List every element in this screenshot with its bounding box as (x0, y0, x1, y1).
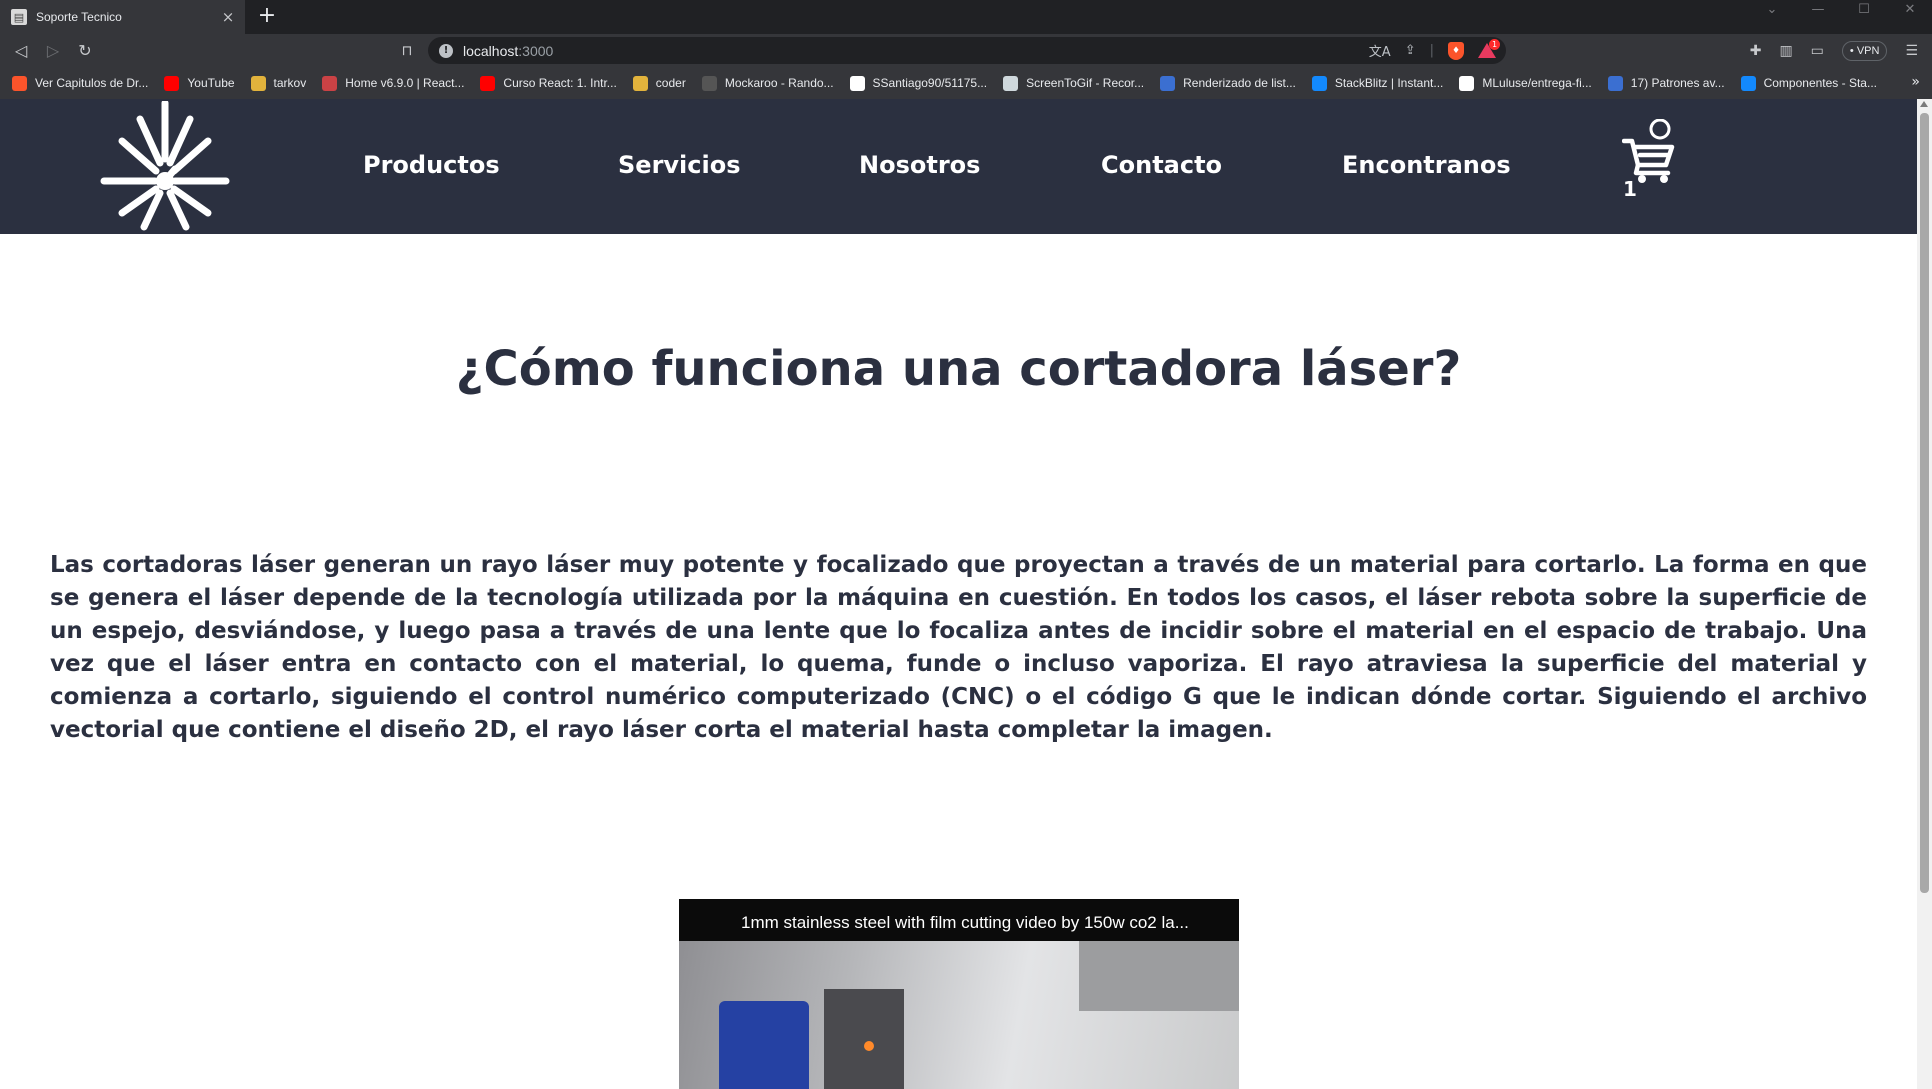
video-title-bar: 1mm stainless steel with film cutting vi… (679, 899, 1239, 941)
separator: | (1429, 43, 1434, 58)
react-icon (1160, 75, 1176, 91)
browser-tab-strip: ▤ Soporte Tecnico × + ⌄ — ☐ ✕ (0, 0, 1932, 34)
scrollbar-thumb[interactable] (1920, 113, 1929, 893)
menu-icon[interactable]: ☰ (1905, 43, 1918, 59)
new-tab-button[interactable]: + (255, 5, 279, 29)
site-info-icon[interactable]: ! (439, 43, 453, 58)
nav-servicios[interactable]: Servicios (618, 151, 741, 179)
bookmark-label: MLuluse/entrega-fi... (1482, 76, 1592, 90)
forward-icon[interactable]: ▷ (42, 40, 64, 62)
rewards-badge: 1 (1489, 38, 1500, 50)
nav-encontranos[interactable]: Encontranos (1342, 151, 1511, 179)
bookmark-label: Curso React: 1. Intr... (503, 76, 617, 90)
bookmark-label: ScreenToGif - Recor... (1026, 76, 1145, 90)
brave-rewards-icon[interactable]: 1 (1478, 38, 1500, 59)
url-text[interactable]: localhost:3000 (463, 43, 553, 59)
maximize-icon[interactable]: ☐ (1844, 0, 1884, 20)
bookmark-label: Mockaroo - Rando... (724, 76, 834, 90)
reload-icon[interactable]: ↻ (74, 40, 96, 62)
bookmark-label: StackBlitz | Instant... (1334, 76, 1444, 90)
page-viewport: Productos Servicios Nosotros Contacto En… (0, 99, 1932, 1089)
video-laser-head (719, 1001, 809, 1089)
video-cutting-module (824, 989, 904, 1089)
minimize-icon[interactable]: — (1798, 0, 1838, 20)
browser-toolbar: ◁ ▷ ↻ ⊓ ! localhost:3000 文A ⇪ | ♦ 1 ✚ ▥ … (0, 34, 1932, 67)
bookmark-item[interactable]: tarkov (250, 75, 307, 91)
video-title[interactable]: 1mm stainless steel with film cutting vi… (741, 913, 1189, 933)
address-bar[interactable]: ! localhost:3000 文A ⇪ | ♦ 1 (428, 37, 1506, 64)
site-header: Productos Servicios Nosotros Contacto En… (0, 99, 1917, 234)
page-favicon-icon: ▤ (11, 9, 27, 25)
bookmark-item[interactable]: Mockaroo - Rando... (701, 75, 834, 91)
page-title: ¿Cómo funciona una cortadora láser? (455, 341, 1462, 397)
bookmark-item[interactable]: Componentes - Sta... (1740, 75, 1877, 91)
video-laser-light (864, 1041, 874, 1051)
youtube-icon (164, 75, 180, 91)
vpn-button[interactable]: • VPN (1841, 41, 1888, 61)
screentogif-icon (1003, 75, 1019, 91)
bookmark-label: Componentes - Sta... (1763, 76, 1877, 90)
share-icon[interactable]: ⇪ (1405, 43, 1416, 58)
video-thumbnail[interactable] (679, 941, 1239, 1089)
github-icon (1459, 75, 1475, 91)
stackblitz-icon (1740, 75, 1756, 91)
nav-nosotros[interactable]: Nosotros (859, 151, 980, 179)
bookmark-label: tarkov (273, 76, 307, 90)
wallet-icon[interactable]: ▭ (1811, 43, 1824, 59)
bookmark-item[interactable]: Ver Capitulos de Dr... (12, 75, 149, 91)
brave-icon (12, 75, 27, 91)
laser-explanation-paragraph: Las cortadoras láser generan un rayo lás… (50, 552, 1867, 743)
url-port: :3000 (518, 42, 554, 59)
page-scrollbar[interactable] (1917, 99, 1932, 1089)
bookmark-item[interactable]: 17) Patrones av... (1607, 75, 1725, 91)
bookmark-page-icon[interactable]: ⊓ (396, 40, 418, 62)
embedded-video[interactable]: 1mm stainless steel with film cutting vi… (679, 899, 1239, 1089)
url-host: localhost (463, 42, 519, 59)
react-router-icon (322, 75, 338, 91)
tab-close-icon[interactable]: × (217, 8, 239, 26)
laser-logo-icon[interactable] (100, 101, 230, 231)
bookmark-item[interactable]: Curso React: 1. Intr... (480, 75, 617, 91)
bookmark-label: 17) Patrones av... (1630, 76, 1725, 90)
bookmark-item[interactable]: Home v6.9.0 | React... (322, 75, 465, 91)
brave-shields-icon[interactable]: ♦ (1448, 41, 1464, 60)
mockaroo-icon (701, 75, 717, 91)
tab-search-icon[interactable]: ⌄ (1752, 0, 1792, 20)
folder-icon (250, 75, 266, 91)
bookmark-item[interactable]: Renderizado de list... (1160, 75, 1296, 91)
bookmark-item[interactable]: SSantiago90/51175... (849, 75, 988, 91)
github-icon (849, 75, 865, 91)
video-machine-cover (1079, 941, 1239, 1011)
stackblitz-icon (1311, 75, 1327, 91)
bookmarks-bar: Ver Capitulos de Dr... YouTube tarkov Home … (0, 67, 1932, 99)
bookmark-item[interactable]: MLuluse/entrega-fi... (1459, 75, 1592, 91)
bookmarks-more-icon[interactable]: » (1911, 74, 1920, 90)
nav-productos[interactable]: Productos (363, 151, 500, 179)
bookmark-label: Renderizado de list... (1183, 76, 1296, 90)
omnibox-actions: 文A ⇪ | ♦ 1 (1369, 37, 1506, 64)
bookmark-item[interactable]: YouTube (164, 75, 235, 91)
cart-count: 1 (1623, 177, 1637, 201)
folder-icon (632, 75, 648, 91)
close-window-icon[interactable]: ✕ (1890, 0, 1930, 20)
youtube-icon (480, 75, 496, 91)
react-icon (1607, 75, 1623, 91)
nav-contacto[interactable]: Contacto (1101, 151, 1222, 179)
bookmark-item[interactable]: ScreenToGif - Recor... (1003, 75, 1145, 91)
extensions-icon[interactable]: ✚ (1750, 43, 1762, 59)
bookmark-label: Ver Capitulos de Dr... (35, 76, 149, 90)
browser-right-tools: ✚ ▥ ▭ • VPN ☰ (1750, 40, 1918, 62)
browser-tab[interactable]: ▤ Soporte Tecnico × (0, 0, 245, 34)
sidebar-icon[interactable]: ▥ (1779, 43, 1792, 59)
tab-title: Soporte Tecnico (36, 10, 122, 24)
back-icon[interactable]: ◁ (10, 40, 32, 62)
scroll-up-icon[interactable] (1920, 101, 1928, 107)
bookmark-item[interactable]: coder (632, 75, 686, 91)
bookmark-label: Home v6.9.0 | React... (345, 76, 465, 90)
translate-icon[interactable]: 文A (1369, 41, 1391, 60)
bookmark-item[interactable]: StackBlitz | Instant... (1311, 75, 1444, 91)
bookmark-label: SSantiago90/51175... (872, 76, 988, 90)
bookmark-label: coder (655, 76, 686, 90)
bookmark-label: YouTube (187, 76, 235, 90)
